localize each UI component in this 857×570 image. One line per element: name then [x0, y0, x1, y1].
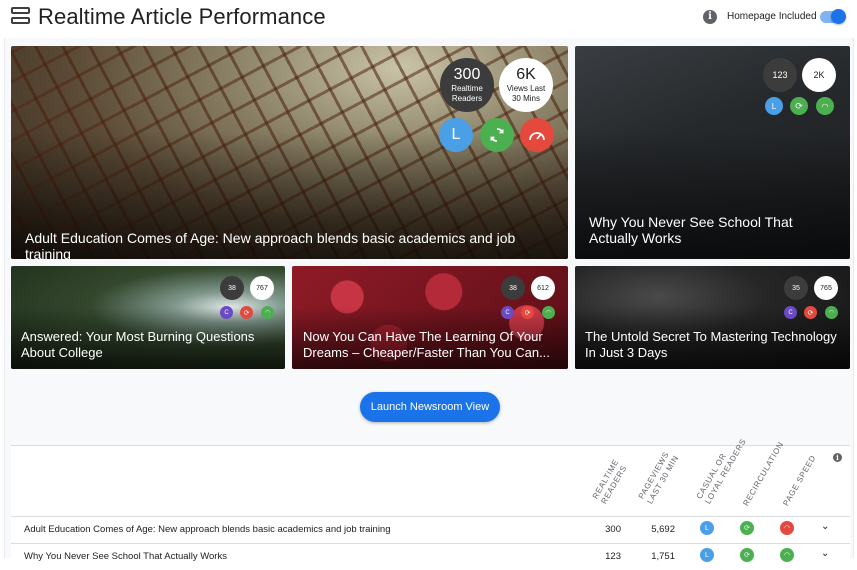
views-value: 767 — [256, 284, 268, 292]
article-title[interactable]: Adult Education Comes of Age: New approa… — [25, 230, 565, 259]
table-row[interactable]: Why You Never See School That Actually W… — [11, 543, 850, 570]
row-title[interactable]: Adult Education Comes of Age: New approa… — [24, 524, 391, 535]
realtime-readers-value: 123 — [772, 70, 788, 80]
row-pageviews: 1,751 — [651, 551, 675, 562]
speedometer-icon: ◠ — [780, 548, 794, 562]
views-stat: 2K — [802, 58, 836, 92]
table-row[interactable]: Adult Education Comes of Age: New approa… — [11, 516, 850, 543]
article-card-3[interactable]: 38 767 C ⟳ ◠ Answered: Your Most Burning… — [11, 266, 285, 369]
views-value: 612 — [537, 284, 549, 292]
realtime-readers-stat: 38 — [501, 276, 525, 300]
casual-readers-badge[interactable]: C — [220, 306, 233, 319]
row-readers: 123 — [605, 551, 621, 562]
recirculation-icon[interactable]: ⟳ — [790, 97, 808, 115]
row-title[interactable]: Why You Never See School That Actually W… — [24, 551, 227, 562]
realtime-readers-value: 35 — [792, 284, 800, 292]
chevron-down-icon[interactable]: ⌄ — [821, 521, 829, 532]
loyal-readers-badge: L — [700, 521, 714, 535]
realtime-readers-stat: 300 Realtime Readers — [440, 58, 494, 112]
loyal-readers-badge[interactable]: L — [765, 97, 783, 115]
realtime-readers-label: Realtime Readers — [451, 84, 483, 103]
realtime-readers-stat: 38 — [220, 276, 244, 300]
realtime-readers-value: 300 — [453, 66, 481, 83]
menu-icon[interactable] — [11, 7, 30, 25]
launch-newsroom-button[interactable]: Launch Newsroom View — [360, 392, 500, 422]
recirculation-icon[interactable]: ⟳ — [804, 306, 817, 319]
speedometer-icon[interactable]: ◠ — [816, 97, 834, 115]
views-value: 2K — [813, 70, 825, 80]
casual-readers-badge[interactable]: C — [501, 306, 514, 319]
header: Realtime Article Performance i Homepage … — [0, 0, 857, 34]
info-icon[interactable]: i — [833, 453, 842, 462]
recirculation-icon[interactable]: ⟳ — [240, 306, 253, 319]
article-card-1[interactable]: 300 Realtime Readers 6K Views Last 30 Mi… — [11, 46, 568, 259]
article-card-2[interactable]: 123 2K L ⟳ ◠ Why You Never See School Th… — [575, 46, 850, 259]
recirculation-icon: ⟳ — [740, 521, 754, 535]
views-value: 765 — [820, 284, 832, 292]
article-title[interactable]: Why You Never See School That Actually W… — [589, 214, 841, 246]
loyal-readers-badge: L — [700, 548, 714, 562]
views-stat: 612 — [531, 276, 555, 300]
info-icon[interactable]: i — [703, 10, 717, 24]
homepage-toggle-label: Homepage Included — [727, 11, 817, 22]
realtime-readers-stat: 123 — [763, 58, 797, 92]
speedometer-icon[interactable] — [520, 118, 554, 152]
views-stat: 765 — [814, 276, 838, 300]
speedometer-icon: ◠ — [780, 521, 794, 535]
realtime-readers-value: 38 — [509, 284, 517, 292]
speedometer-icon[interactable]: ◠ — [542, 306, 555, 319]
chevron-down-icon[interactable]: ⌄ — [821, 548, 829, 559]
loyal-readers-badge[interactable]: L — [439, 118, 473, 152]
recirculation-icon[interactable]: ⟳ — [521, 306, 534, 319]
article-title[interactable]: Now You Can Have The Learning Of Your Dr… — [303, 329, 563, 361]
page-title: Realtime Article Performance — [38, 4, 326, 29]
casual-readers-badge[interactable]: C — [784, 306, 797, 319]
row-readers: 300 — [605, 524, 621, 535]
article-card-4[interactable]: 38 612 C ⟳ ◠ Now You Can Have The Learni… — [292, 266, 568, 369]
article-title[interactable]: The Untold Secret To Mastering Technolog… — [585, 329, 843, 361]
views-stat: 6K Views Last 30 Mins — [499, 58, 553, 112]
speedometer-icon[interactable]: ◠ — [825, 306, 838, 319]
views-value: 6K — [516, 66, 536, 83]
homepage-toggle[interactable] — [831, 9, 846, 24]
views-label: Views Last 30 Mins — [506, 84, 546, 103]
recirculation-icon: ⟳ — [740, 548, 754, 562]
views-stat: 767 — [250, 276, 274, 300]
article-card-5[interactable]: 35 765 C ⟳ ◠ The Untold Secret To Master… — [575, 266, 850, 369]
article-title[interactable]: Answered: Your Most Burning Questions Ab… — [21, 329, 279, 361]
realtime-readers-stat: 35 — [784, 276, 808, 300]
recirculation-icon[interactable] — [480, 118, 514, 152]
row-pageviews: 5,692 — [651, 524, 675, 535]
realtime-readers-value: 38 — [228, 284, 236, 292]
speedometer-icon[interactable]: ◠ — [261, 306, 274, 319]
